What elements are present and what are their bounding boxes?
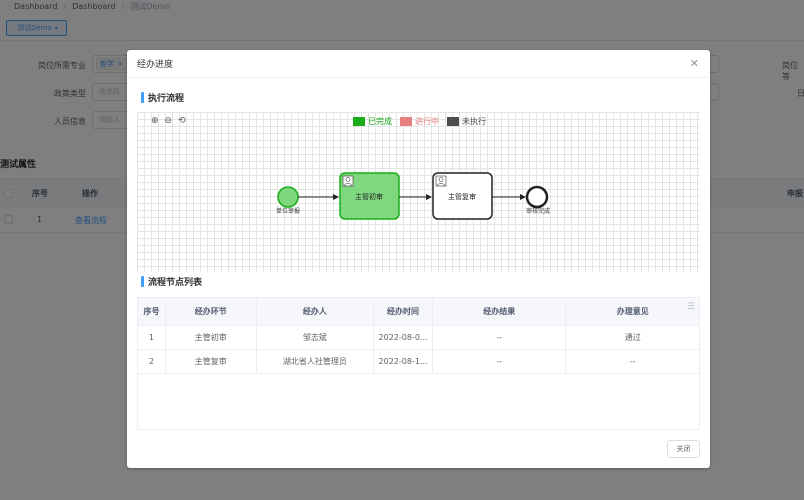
table-cell: 2022-08-1... [374, 350, 433, 373]
table-header-cell: 经办时间 [374, 298, 433, 325]
table-header-cell: 办理意见 [616, 307, 649, 316]
table-cell: 通过 [624, 333, 641, 342]
table-header-cell: 经办人 [257, 298, 375, 325]
dialog-title: 经办进度 [137, 60, 174, 70]
table-cell: 主管初审 [166, 326, 257, 349]
user-icon [435, 175, 447, 187]
close-icon[interactable]: ✕ [690, 57, 699, 70]
section-accent-bar [141, 92, 144, 103]
table-cell: 2022-08-0... [374, 326, 433, 349]
user-icon [342, 175, 354, 187]
start-event-label: 单位审报 [276, 207, 300, 215]
flow-node-table: 序号 经办环节 经办人 经办时间 经办结果 办理意见 1 主管初审 邹志斌 2022-08-0.… [137, 297, 700, 430]
section-accent-bar [141, 276, 144, 287]
table-cell: 主管复审 [166, 350, 257, 373]
flow-section-title: 执行流程 [148, 94, 185, 104]
table-cell: 2 [138, 350, 166, 373]
table-cell: 邹志斌 [257, 326, 375, 349]
table-row: 1 主管初审 邹志斌 2022-08-0... -- 通过 [138, 326, 699, 350]
table-row: 2 主管复审 湖北省人社管理员 2022-08-1... -- -- [138, 350, 699, 374]
table-header-cell: 经办结果 [433, 298, 567, 325]
close-button[interactable]: 关闭 [667, 440, 700, 458]
table-cell: -- [629, 357, 636, 366]
table-cell: 湖北省人社管理员 [257, 350, 375, 373]
list-section-header: 流程节点列表 [141, 275, 202, 288]
table-header-cell: 经办环节 [166, 298, 257, 325]
menu-icon[interactable]: ☰ [687, 302, 695, 312]
flow-diagram: 单位审报 主管初审 主管复审 审核完成 [276, 172, 550, 220]
table-header-cell: 序号 [138, 298, 166, 325]
flow-canvas[interactable]: ⊕ ⊖ ⟲ 已完成 进行中 未执行 单位审报 主管初审 主管复审 审核完成 [137, 112, 700, 272]
table-cell: 1 [138, 326, 166, 349]
end-event-label: 审核完成 [526, 207, 550, 215]
end-event[interactable] [525, 185, 549, 209]
table-header: 序号 经办环节 经办人 经办时间 经办结果 办理意见 [138, 298, 699, 326]
flow-section-header: 执行流程 [141, 91, 184, 104]
table-cell: -- [433, 350, 567, 373]
task-node-label: 主管复审 [448, 192, 476, 201]
table-body: 1 主管初审 邹志斌 2022-08-0... -- 通过 2 主管复审 湖北省人社管理员 202… [138, 326, 699, 374]
table-cell: -- [433, 326, 567, 349]
list-section-title: 流程节点列表 [148, 278, 203, 288]
start-event[interactable] [277, 186, 299, 208]
progress-dialog: 经办进度 ✕ 执行流程 ⊕ ⊖ ⟲ 已完成 进行中 未执行 单位审报 主管初审 … [127, 50, 710, 468]
dialog-header: 经办进度 ✕ [127, 50, 710, 78]
task-node-label: 主管初审 [355, 192, 383, 201]
